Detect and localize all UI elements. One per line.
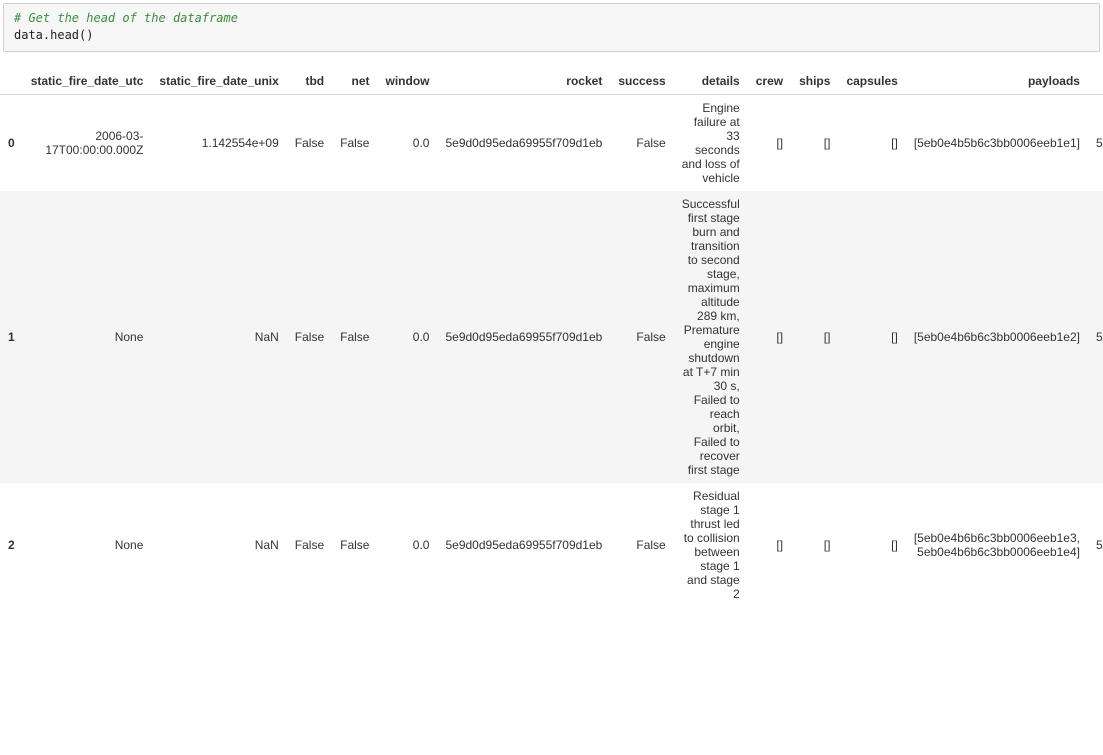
- header-row: static_fire_date_utc static_fire_date_un…: [0, 68, 1103, 95]
- cell-extra: 5e9e4502f509: [1088, 191, 1103, 483]
- row-index: 2: [0, 483, 23, 607]
- cell-window: 0.0: [377, 483, 437, 607]
- cell-success: False: [610, 94, 673, 191]
- cell-capsules: []: [838, 191, 905, 483]
- cell-extra: 5e9e4502f509: [1088, 483, 1103, 607]
- cell-ships: []: [791, 191, 838, 483]
- index-header: [0, 68, 23, 95]
- col-header: crew: [748, 68, 791, 95]
- row-index: 1: [0, 191, 23, 483]
- col-header: ships: [791, 68, 838, 95]
- col-header: [1088, 68, 1103, 95]
- dataframe-output: static_fire_date_utc static_fire_date_un…: [0, 68, 1103, 607]
- table-row: 2NoneNaNFalseFalse0.05e9d0d95eda69955f70…: [0, 483, 1103, 607]
- cell-net: False: [332, 94, 377, 191]
- cell-window: 0.0: [377, 191, 437, 483]
- row-index: 0: [0, 94, 23, 191]
- col-header: rocket: [437, 68, 610, 95]
- code-comment: # Get the head of the dataframe: [14, 11, 238, 25]
- cell-extra: 5e9e4502f509: [1088, 94, 1103, 191]
- cell-net: False: [332, 191, 377, 483]
- cell-details: Successful first stage burn and transiti…: [674, 191, 748, 483]
- cell-payloads: [5eb0e4b6b6c3bb0006eeb1e2]: [906, 191, 1088, 483]
- col-header: window: [377, 68, 437, 95]
- col-header: details: [674, 68, 748, 95]
- cell-static-fire-date-unix: NaN: [151, 483, 286, 607]
- col-header: tbd: [287, 68, 332, 95]
- cell-payloads: [5eb0e4b5b6c3bb0006eeb1e1]: [906, 94, 1088, 191]
- cell-details: Engine failure at 33 seconds and loss of…: [674, 94, 748, 191]
- cell-ships: []: [791, 94, 838, 191]
- col-header: static_fire_date_unix: [151, 68, 286, 95]
- col-header: success: [610, 68, 673, 95]
- code-input-cell[interactable]: # Get the head of the dataframe data.hea…: [3, 3, 1100, 52]
- cell-rocket: 5e9d0d95eda69955f709d1eb: [437, 94, 610, 191]
- cell-crew: []: [748, 483, 791, 607]
- cell-capsules: []: [838, 483, 905, 607]
- cell-crew: []: [748, 191, 791, 483]
- cell-ships: []: [791, 483, 838, 607]
- cell-static-fire-date-utc: None: [23, 483, 152, 607]
- cell-success: False: [610, 483, 673, 607]
- dataframe-table: static_fire_date_utc static_fire_date_un…: [0, 68, 1103, 607]
- table-row: 1NoneNaNFalseFalse0.05e9d0d95eda69955f70…: [0, 191, 1103, 483]
- cell-window: 0.0: [377, 94, 437, 191]
- cell-details: Residual stage 1 thrust led to collision…: [674, 483, 748, 607]
- cell-tbd: False: [287, 191, 332, 483]
- col-header: net: [332, 68, 377, 95]
- cell-tbd: False: [287, 483, 332, 607]
- cell-static-fire-date-utc: None: [23, 191, 152, 483]
- cell-static-fire-date-unix: 1.142554e+09: [151, 94, 286, 191]
- col-header: payloads: [906, 68, 1088, 95]
- table-row: 02006-03-17T00:00:00.000Z1.142554e+09Fal…: [0, 94, 1103, 191]
- cell-rocket: 5e9d0d95eda69955f709d1eb: [437, 483, 610, 607]
- col-header: capsules: [838, 68, 905, 95]
- code-line: data.head(): [14, 28, 93, 42]
- cell-static-fire-date-unix: NaN: [151, 191, 286, 483]
- cell-static-fire-date-utc: 2006-03-17T00:00:00.000Z: [23, 94, 152, 191]
- cell-payloads: [5eb0e4b6b6c3bb0006eeb1e3, 5eb0e4b6b6c3b…: [906, 483, 1088, 607]
- cell-capsules: []: [838, 94, 905, 191]
- cell-tbd: False: [287, 94, 332, 191]
- cell-net: False: [332, 483, 377, 607]
- col-header: static_fire_date_utc: [23, 68, 152, 95]
- cell-success: False: [610, 191, 673, 483]
- cell-crew: []: [748, 94, 791, 191]
- cell-rocket: 5e9d0d95eda69955f709d1eb: [437, 191, 610, 483]
